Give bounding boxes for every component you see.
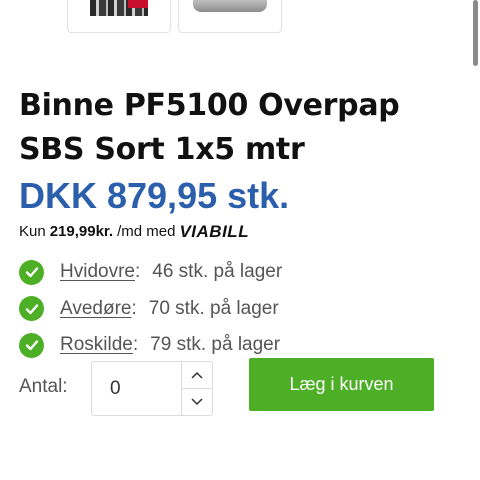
store-link-avedore[interactable]: Avedøre [60,298,131,320]
installment-info: Kun 219,99kr. /md med VIABILL [19,222,249,242]
stock-row: Roskilde: 79 stk. på lager [19,327,282,364]
store-link-roskilde[interactable]: Roskilde [60,334,133,356]
product-title: Binne PF5100 Overpap SBS Sort 1x5 mtr [19,88,400,167]
stock-count: 70 stk. på lager [148,297,279,319]
installment-amount: 219,99kr. [49,223,114,240]
installment-prefix: Kun [19,223,46,240]
quantity-stepper[interactable]: 0 [91,361,213,416]
chevron-up-icon [191,371,203,379]
thumbnail-tool[interactable] [178,0,282,33]
thumbnail-strip [0,0,480,36]
store-colon: : [132,334,139,356]
quantity-label: Antal: [19,376,68,397]
stock-row: Avedøre: 70 stk. på lager [19,291,282,328]
stock-count: 79 stk. på lager [150,334,281,356]
store-colon: : [134,261,141,283]
store-colon: : [131,297,137,319]
increment-button[interactable] [182,362,212,389]
quantity-input[interactable]: 0 [110,378,121,400]
thumbnail-roofing-roll[interactable] [67,0,171,33]
installment-suffix: /md med [117,223,176,240]
add-to-cart-button[interactable]: Læg i kurven [249,358,434,411]
store-link-hvidovre[interactable]: Hvidovre [60,261,135,283]
decrement-button[interactable] [182,389,212,415]
chevron-down-icon [191,398,203,406]
roll-label-image [128,0,148,8]
check-icon [19,296,44,322]
check-icon [19,259,44,285]
stock-count: 46 stk. på lager [152,261,283,283]
scrollbar[interactable] [473,0,478,66]
viabill-logo: VIABILL [179,222,250,241]
product-price: DKK 879,95 stk. [19,175,290,216]
check-icon [19,332,44,358]
tool-image [193,0,267,12]
stock-list: Hvidovre: 46 stk. på lager Avedøre: 70 s… [19,254,282,364]
stepper-controls [181,362,212,415]
stock-row: Hvidovre: 46 stk. på lager [19,254,282,291]
